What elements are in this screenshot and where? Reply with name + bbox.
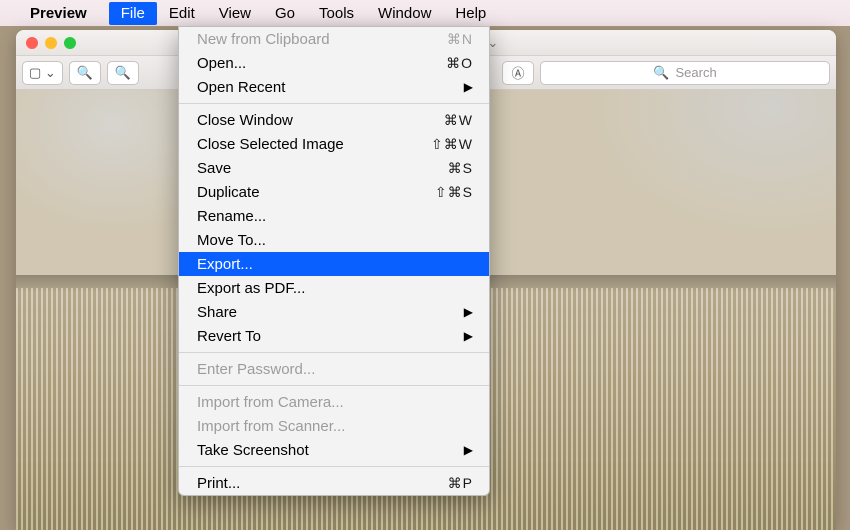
menu-item-label: Export... bbox=[197, 256, 473, 273]
menu-item-new-from-clipboard: New from Clipboard ⌘N bbox=[179, 27, 489, 51]
menu-help[interactable]: Help bbox=[443, 2, 498, 25]
menu-item-label: Revert To bbox=[197, 328, 454, 345]
menu-item-label: Close Window bbox=[197, 112, 434, 129]
menu-item-share[interactable]: Share ▶ bbox=[179, 300, 489, 324]
submenu-arrow-icon: ▶ bbox=[464, 443, 473, 457]
submenu-arrow-icon: ▶ bbox=[464, 305, 473, 319]
menu-tools[interactable]: Tools bbox=[307, 2, 366, 25]
menu-item-shortcut: ⌘O bbox=[446, 55, 473, 72]
menu-item-label: Export as PDF... bbox=[197, 280, 473, 297]
menu-item-label: Enter Password... bbox=[197, 361, 473, 378]
zoom-window-button[interactable] bbox=[64, 37, 76, 49]
menu-item-take-screenshot[interactable]: Take Screenshot ▶ bbox=[179, 438, 489, 462]
menu-item-label: Rename... bbox=[197, 208, 473, 225]
menu-item-open[interactable]: Open... ⌘O bbox=[179, 51, 489, 75]
menu-item-label: Import from Camera... bbox=[197, 394, 473, 411]
menu-item-move-to[interactable]: Move To... bbox=[179, 228, 489, 252]
menu-item-shortcut: ⌘P bbox=[448, 475, 473, 492]
menu-item-label: Move To... bbox=[197, 232, 473, 249]
menu-item-print[interactable]: Print... ⌘P bbox=[179, 471, 489, 495]
system-menubar: Preview FileEditViewGoToolsWindowHelp bbox=[0, 0, 850, 26]
menu-item-shortcut: ⌘S bbox=[448, 160, 473, 177]
menu-item-shortcut: ⇧⌘S bbox=[435, 184, 473, 201]
search-icon: 🔍 bbox=[653, 65, 669, 81]
menu-item-label: Open... bbox=[197, 55, 436, 72]
zoom-in-button[interactable]: 🔍 bbox=[107, 61, 139, 85]
menu-item-duplicate[interactable]: Duplicate ⇧⌘S bbox=[179, 180, 489, 204]
markup-button[interactable]: Ⓐ bbox=[502, 61, 534, 85]
menu-item-label: Import from Scanner... bbox=[197, 418, 473, 435]
close-window-button[interactable] bbox=[26, 37, 38, 49]
menu-item-shortcut: ⌘N bbox=[447, 31, 473, 48]
submenu-arrow-icon: ▶ bbox=[464, 329, 473, 343]
menu-item-label: Duplicate bbox=[197, 184, 425, 201]
search-field[interactable]: 🔍 Search bbox=[540, 61, 830, 85]
menu-item-shortcut: ⌘W bbox=[444, 112, 473, 129]
minimize-window-button[interactable] bbox=[45, 37, 57, 49]
menu-item-rename[interactable]: Rename... bbox=[179, 204, 489, 228]
menu-item-save[interactable]: Save ⌘S bbox=[179, 156, 489, 180]
menu-item-label: Save bbox=[197, 160, 438, 177]
menu-item-close-selected-image[interactable]: Close Selected Image ⇧⌘W bbox=[179, 132, 489, 156]
menu-window[interactable]: Window bbox=[366, 2, 443, 25]
zoom-out-button[interactable]: 🔍 bbox=[69, 61, 101, 85]
menu-item-import-from-scanner: Import from Scanner... bbox=[179, 414, 489, 438]
menu-item-label: Open Recent bbox=[197, 79, 454, 96]
search-placeholder: Search bbox=[675, 65, 716, 80]
menu-item-label: Print... bbox=[197, 475, 438, 492]
menu-item-open-recent[interactable]: Open Recent ▶ bbox=[179, 75, 489, 99]
submenu-arrow-icon: ▶ bbox=[464, 80, 473, 94]
menu-item-label: New from Clipboard bbox=[197, 31, 437, 48]
traffic-lights bbox=[26, 37, 76, 49]
menu-item-label: Share bbox=[197, 304, 454, 321]
sidebar-toggle-button[interactable]: ▢ ⌄ bbox=[22, 61, 63, 85]
menu-item-label: Close Selected Image bbox=[197, 136, 421, 153]
menu-item-export-as-pdf[interactable]: Export as PDF... bbox=[179, 276, 489, 300]
menu-item-close-window[interactable]: Close Window ⌘W bbox=[179, 108, 489, 132]
menu-item-export[interactable]: Export... bbox=[179, 252, 489, 276]
menu-item-label: Take Screenshot bbox=[197, 442, 454, 459]
menu-file[interactable]: File bbox=[109, 2, 157, 25]
menu-go[interactable]: Go bbox=[263, 2, 307, 25]
menu-item-revert-to[interactable]: Revert To ▶ bbox=[179, 324, 489, 348]
menu-item-shortcut: ⇧⌘W bbox=[431, 136, 473, 153]
file-menu-dropdown: New from Clipboard ⌘N Open... ⌘O Open Recent… bbox=[178, 26, 490, 496]
menu-edit[interactable]: Edit bbox=[157, 2, 207, 25]
menu-item-import-from-camera: Import from Camera... bbox=[179, 390, 489, 414]
app-name[interactable]: Preview bbox=[30, 5, 87, 22]
menu-item-enter-password: Enter Password... bbox=[179, 357, 489, 381]
menu-view[interactable]: View bbox=[207, 2, 263, 25]
